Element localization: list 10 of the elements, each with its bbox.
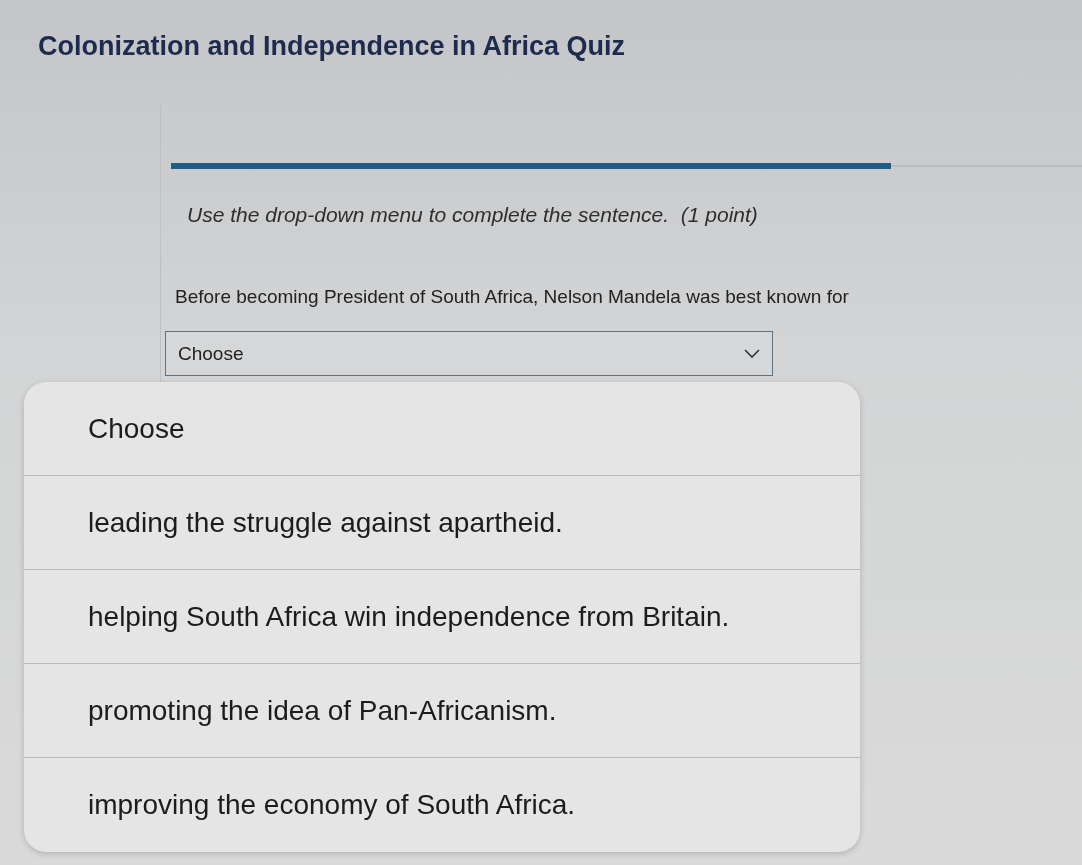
dropdown-option[interactable]: leading the struggle against apartheid. [24, 476, 860, 570]
dropdown-option[interactable]: promoting the idea of Pan-Africanism. [24, 664, 860, 758]
quiz-title: Colonization and Independence in Africa Quiz [37, 30, 627, 63]
instruction-text: Use the drop-down menu to complete the sentence. (1 point) [187, 202, 759, 229]
question-text: Before becoming President of South Africa, Nelson Mandela was best known for [175, 284, 850, 309]
dropdown-option[interactable]: improving the economy of South Africa. [24, 758, 860, 852]
dropdown-option[interactable]: Choose [24, 382, 860, 476]
chevron-down-icon [744, 349, 760, 359]
dropdown-option[interactable]: helping South Africa win independence from Britain. [24, 570, 860, 664]
dropdown-select[interactable]: Choose [165, 331, 773, 377]
